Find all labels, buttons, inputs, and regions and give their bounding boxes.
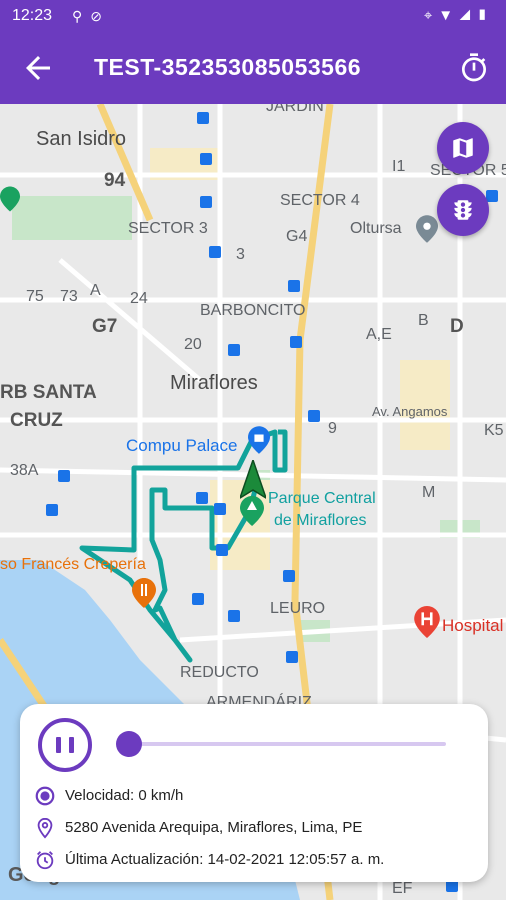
pause-icon xyxy=(42,722,88,768)
map-label: LEURO xyxy=(270,600,326,617)
traffic-button[interactable] xyxy=(437,184,489,236)
park-area xyxy=(12,196,132,240)
location-pin-outline-icon xyxy=(37,817,53,839)
status-notification-icons: ⚲⊘ xyxy=(72,8,110,25)
pause-button[interactable] xyxy=(38,718,92,772)
playback-panel: Velocidad: 0 km/h 5280 Avenida Arequipa,… xyxy=(20,704,488,882)
map-label: G7 xyxy=(92,316,118,337)
status-bar: 12:23 ⚲⊘ ⌖▼◢▮ xyxy=(0,0,506,32)
speed-text: Velocidad: 0 km/h xyxy=(65,787,184,804)
battery-icon: ▮ xyxy=(476,7,494,24)
clock-icon xyxy=(36,851,54,870)
app-bar: TEST-352353085053566 xyxy=(0,32,506,104)
hospital-marker-icon[interactable] xyxy=(414,606,440,638)
map-label: M xyxy=(422,484,436,501)
map-label: EF xyxy=(392,880,413,897)
vehicle-arrow-icon[interactable] xyxy=(240,460,266,500)
map-label: JARDIN xyxy=(266,104,324,115)
map-label: D xyxy=(450,316,464,337)
playback-slider-track[interactable] xyxy=(128,742,446,746)
map-label: Oltursa xyxy=(350,220,402,237)
map-label: SECTOR 4 xyxy=(280,192,360,209)
map-label: A,E xyxy=(366,326,392,343)
wifi-icon: ▼ xyxy=(438,7,460,24)
do-not-disturb-icon: ⊘ xyxy=(90,8,110,24)
map-label: BARBONCITO xyxy=(200,302,306,319)
gps-icon: ⌖ xyxy=(423,7,439,24)
address-text: 5280 Avenida Arequipa, Miraflores, Lima,… xyxy=(65,819,363,836)
map-label: San Isidro xyxy=(36,128,127,150)
poi-parque-central[interactable]: Parque Central xyxy=(268,490,376,508)
location-icon: ⚲ xyxy=(72,8,91,24)
poi-hospital[interactable]: Hospital xyxy=(442,616,503,636)
poi-parque-central-line2: de Miraflores xyxy=(274,512,367,529)
map-label: 38A xyxy=(10,462,39,479)
stopwatch-button[interactable] xyxy=(458,52,490,84)
traffic-light-icon xyxy=(454,200,472,220)
map-label: 9 xyxy=(328,420,337,437)
stopwatch-icon xyxy=(462,53,486,82)
signal-icon: ◢ xyxy=(459,7,477,24)
last-update-text: Última Actualización: 14-02-2021 12:05:5… xyxy=(65,851,385,868)
map-label: A xyxy=(90,282,101,299)
map-label: B xyxy=(418,312,429,329)
map-label: G4 xyxy=(286,228,308,245)
playback-slider-thumb[interactable] xyxy=(116,731,142,757)
poi-creperia[interactable]: so Francés Crepería xyxy=(0,556,146,574)
back-button[interactable] xyxy=(20,50,56,86)
arrow-back-icon xyxy=(26,56,50,80)
map-icon xyxy=(453,138,473,158)
map-label: 94 xyxy=(104,170,126,191)
map-label: 75 xyxy=(26,288,44,305)
poi-compu-palace[interactable]: Compu Palace xyxy=(126,436,238,456)
location-pin-icon[interactable] xyxy=(416,214,438,244)
park-marker-icon[interactable] xyxy=(0,186,20,212)
map-label: Av. Angamos xyxy=(372,404,448,419)
map-label: CRUZ xyxy=(10,410,63,431)
map-label: Miraflores xyxy=(170,372,258,394)
speed-radio-icon xyxy=(35,786,55,806)
map-label: REDUCTO xyxy=(180,664,259,681)
page-title: TEST-352353085053566 xyxy=(94,54,362,80)
map-label: I1 xyxy=(392,158,406,175)
status-system-icons: ⌖▼◢▮ xyxy=(424,7,494,24)
map-label: 3 xyxy=(236,246,245,263)
map-label: K5 xyxy=(484,422,504,439)
map-layers-button[interactable] xyxy=(437,122,489,174)
park-marker-icon[interactable] xyxy=(240,496,264,526)
shopping-bag-marker-icon[interactable] xyxy=(248,426,270,454)
map-label: RB SANTA xyxy=(0,382,97,403)
map-label: 24 xyxy=(130,290,148,307)
map-label: 73 xyxy=(60,288,78,305)
restaurant-marker-icon[interactable] xyxy=(132,578,156,608)
status-time: 12:23 xyxy=(12,7,53,24)
map-label: 20 xyxy=(184,336,202,353)
map-label: SECTOR 3 xyxy=(128,220,208,237)
